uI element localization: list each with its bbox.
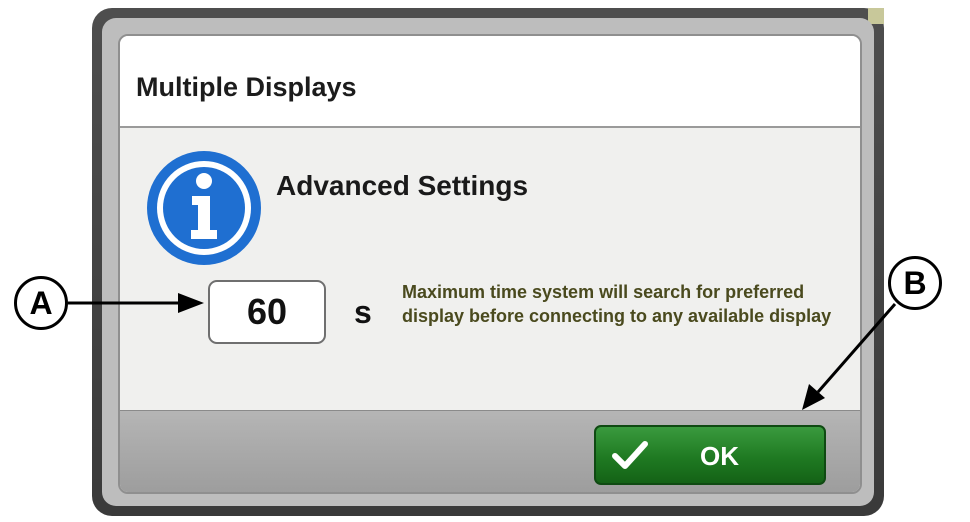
ok-button[interactable]: OK [594,425,826,485]
dialog-header: Multiple Displays [120,36,860,128]
ok-label: OK [700,441,739,471]
unit-label: s [354,294,372,330]
checkmark-icon [612,441,648,469]
callout-b: B [888,256,942,310]
search-time-field[interactable]: 60 [208,280,326,344]
screenshot-stage: Multiple Displays Advanced Settings 60 s… [0,0,970,522]
display-screen: Multiple Displays Advanced Settings 60 s… [102,18,874,506]
multiple-displays-dialog: Multiple Displays Advanced Settings 60 s… [118,34,862,494]
bezel-corner [868,8,884,24]
info-icon [147,151,261,265]
section-title: Advanced Settings [276,170,529,201]
dialog-title: Multiple Displays [136,72,357,102]
dialog-body: Advanced Settings 60 s Maximum time syst… [120,128,860,410]
dialog-footer: OK [120,410,860,492]
callout-a: A [14,276,68,330]
search-time-description: Maximum time system will search for pref… [402,282,832,326]
